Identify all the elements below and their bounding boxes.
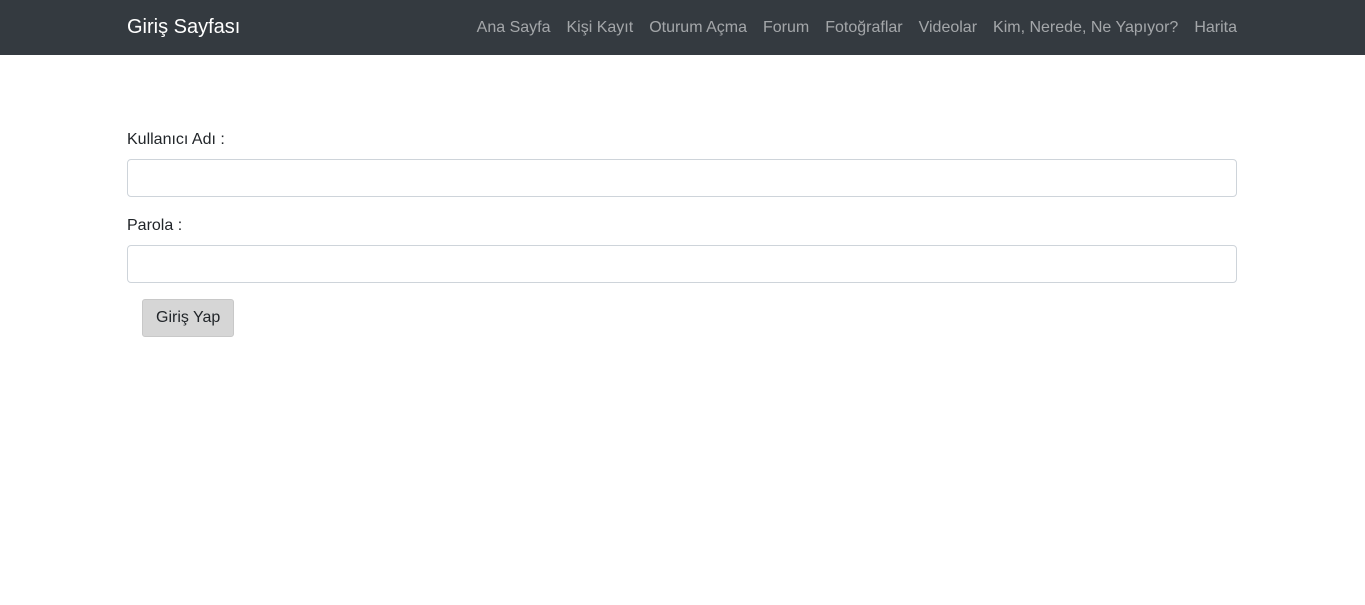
login-form: Kullanıcı Adı : Parola : Giriş Yap — [127, 128, 1237, 337]
nav-link-ana-sayfa[interactable]: Ana Sayfa — [469, 0, 559, 55]
nav-link-oturum-acma[interactable]: Oturum Açma — [641, 0, 755, 55]
nav-menu: Ana Sayfa Kişi Kayıt Oturum Açma Forum F… — [469, 0, 1237, 55]
top-navbar: Giriş Sayfası Ana Sayfa Kişi Kayıt Oturu… — [0, 0, 1365, 55]
nav-item-kim-nerede: Kim, Nerede, Ne Yapıyor? — [985, 0, 1186, 55]
nav-item-kisi-kayit: Kişi Kayıt — [559, 0, 642, 55]
nav-link-kisi-kayit[interactable]: Kişi Kayıt — [559, 0, 642, 55]
nav-item-ana-sayfa: Ana Sayfa — [469, 0, 559, 55]
nav-link-fotograflar[interactable]: Fotoğraflar — [817, 0, 910, 55]
username-label: Kullanıcı Adı : — [127, 131, 225, 148]
nav-link-videolar[interactable]: Videolar — [911, 0, 985, 55]
password-group: Parola : — [127, 214, 1237, 283]
nav-item-harita: Harita — [1186, 0, 1237, 55]
username-input[interactable] — [127, 159, 1237, 197]
nav-item-fotograflar: Fotoğraflar — [817, 0, 910, 55]
nav-link-forum[interactable]: Forum — [755, 0, 817, 55]
navbar-brand[interactable]: Giriş Sayfası — [127, 0, 240, 55]
login-button[interactable]: Giriş Yap — [142, 299, 235, 337]
nav-link-harita[interactable]: Harita — [1186, 0, 1237, 55]
nav-item-oturum-acma: Oturum Açma — [641, 0, 755, 55]
password-label: Parola : — [127, 217, 183, 234]
password-input[interactable] — [127, 245, 1237, 283]
username-group: Kullanıcı Adı : — [127, 128, 1237, 197]
nav-item-videolar: Videolar — [911, 0, 985, 55]
nav-item-forum: Forum — [755, 0, 817, 55]
nav-link-kim-nerede[interactable]: Kim, Nerede, Ne Yapıyor? — [985, 0, 1186, 55]
